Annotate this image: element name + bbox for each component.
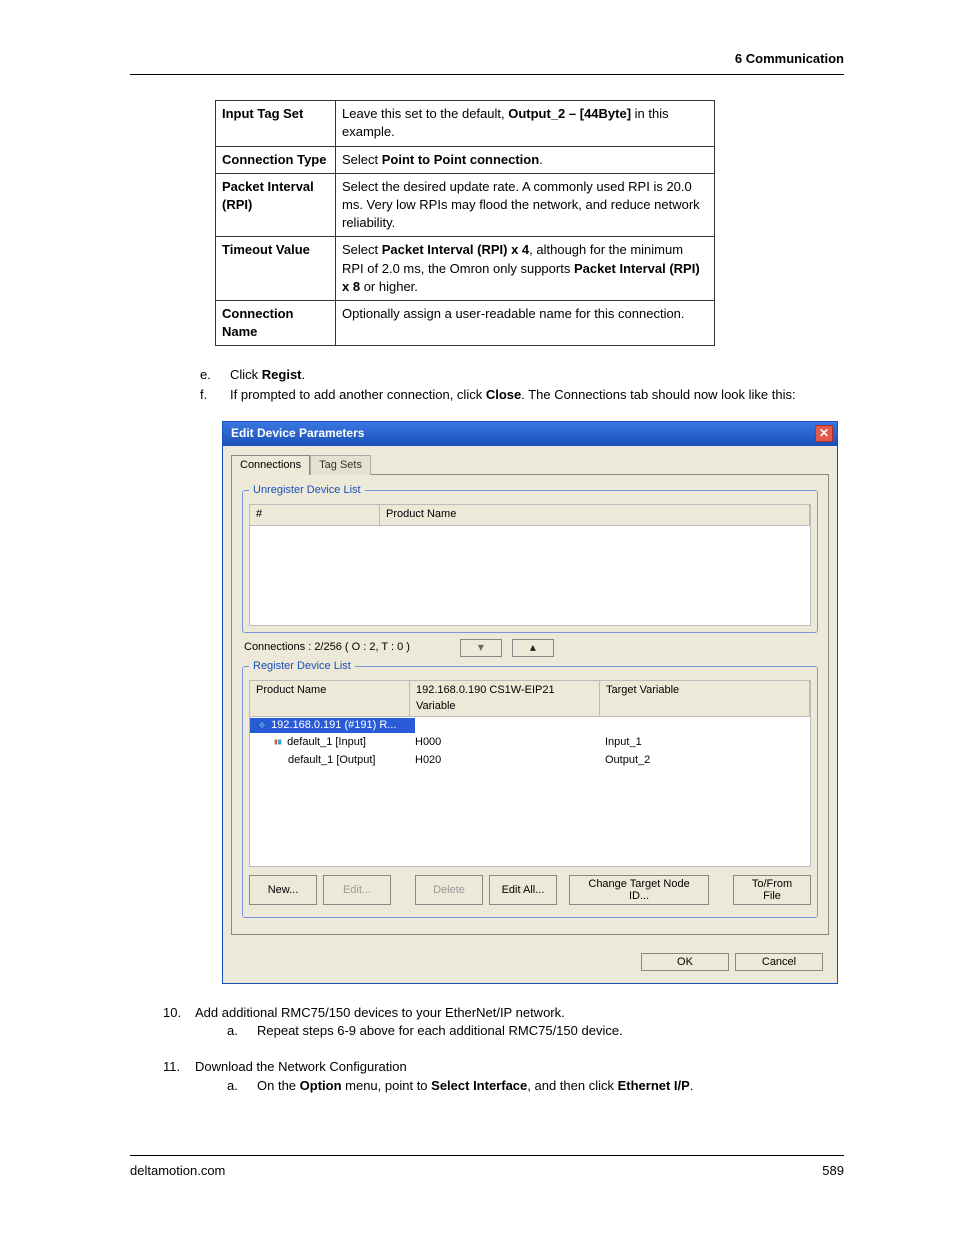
param-label: Connection Name [216, 300, 336, 345]
fieldset-legend: Register Device List [249, 659, 355, 674]
param-desc: Select the desired update rate. A common… [336, 173, 715, 237]
step-e: e.Click Regist. [200, 366, 844, 384]
cancel-button[interactable]: Cancel [735, 953, 823, 971]
step-f: f.If prompted to add another connection,… [200, 386, 844, 404]
move-down-button[interactable]: ▾ [460, 639, 502, 657]
table-row[interactable]: 192.168.0.191 (#191) R... [250, 717, 810, 734]
col-product: Product Name [380, 505, 810, 524]
param-label: Input Tag Set [216, 101, 336, 146]
param-label: Connection Type [216, 146, 336, 173]
reg-header: Product Name 192.168.0.190 CS1W-EIP21 Va… [249, 680, 811, 717]
unregister-device-list: Unregister Device List # Product Name [242, 483, 818, 633]
col-target: Target Variable [600, 681, 810, 716]
ok-button[interactable]: OK [641, 953, 729, 971]
page-header: 6 Communication [130, 50, 844, 75]
unreg-header: # Product Name [249, 504, 811, 525]
param-desc: Optionally assign a user-readable name f… [336, 300, 715, 345]
mid-row: Connections : 2/256 ( O : 2, T : 0 ) ▾ ▴ [244, 639, 816, 657]
step-10a: a.Repeat steps 6-9 above for each additi… [227, 1022, 844, 1040]
tab-tag-sets[interactable]: Tag Sets [310, 455, 371, 475]
dialog-ok-row: OK Cancel [223, 943, 837, 983]
col-variable: 192.168.0.190 CS1W-EIP21 Variable [410, 681, 600, 716]
col-num: # [250, 505, 380, 524]
change-target-button[interactable]: Change Target Node ID... [569, 875, 709, 905]
move-up-button[interactable]: ▴ [512, 639, 554, 657]
reg-rows[interactable]: 192.168.0.191 (#191) R... default_1 [Inp… [249, 717, 811, 867]
footer-site: deltamotion.com [130, 1162, 225, 1180]
edit-all-button[interactable]: Edit All... [489, 875, 557, 905]
table-row[interactable]: default_1 [Input] H000 Input_1 [250, 734, 810, 751]
delete-button: Delete [415, 875, 483, 905]
dialog-title: Edit Device Parameters [231, 425, 364, 442]
section-title: 6 Communication [735, 51, 844, 66]
step-11a: a.On the Option menu, point to Select In… [227, 1077, 844, 1095]
step-10: 10.Add additional RMC75/150 devices to y… [163, 1004, 844, 1040]
reg-button-row: New... Edit... Delete Edit All... Change… [249, 875, 811, 905]
to-from-file-button[interactable]: To/From File [733, 875, 811, 905]
connections-count: Connections : 2/256 ( O : 2, T : 0 ) [244, 640, 410, 655]
fieldset-legend: Unregister Device List [249, 483, 365, 498]
tab-panel: Unregister Device List # Product Name Co… [231, 474, 829, 935]
param-label: Timeout Value [216, 237, 336, 301]
param-label: Packet Interval (RPI) [216, 173, 336, 237]
tab-connections[interactable]: Connections [231, 455, 310, 475]
tab-bar: Connections Tag Sets [223, 446, 837, 474]
param-desc: Select Point to Point connection. [336, 146, 715, 173]
col-product: Product Name [250, 681, 410, 716]
unreg-list-body[interactable] [249, 526, 811, 626]
edit-button: Edit... [323, 875, 391, 905]
page-footer: deltamotion.com 589 [130, 1155, 844, 1180]
register-device-list: Register Device List Product Name 192.16… [242, 659, 818, 918]
new-button[interactable]: New... [249, 875, 317, 905]
tag-icon [272, 737, 284, 747]
numbered-steps: 10.Add additional RMC75/150 devices to y… [163, 1004, 844, 1095]
close-icon[interactable]: ✕ [815, 425, 833, 442]
table-row[interactable]: default_1 [Output] H020 Output_2 [250, 752, 810, 769]
edit-device-parameters-dialog: Edit Device Parameters ✕ Connections Tag… [222, 421, 838, 984]
device-icon [256, 720, 268, 730]
param-desc: Select Packet Interval (RPI) x 4, althou… [336, 237, 715, 301]
step-11: 11.Download the Network Configuration a.… [163, 1058, 844, 1094]
dialog-titlebar: Edit Device Parameters ✕ [223, 422, 837, 446]
parameter-table: Input Tag Set Leave this set to the defa… [215, 100, 715, 346]
substeps-e-f: e.Click Regist. f.If prompted to add ano… [200, 366, 844, 404]
param-desc: Leave this set to the default, Output_2 … [336, 101, 715, 146]
footer-page: 589 [822, 1162, 844, 1180]
